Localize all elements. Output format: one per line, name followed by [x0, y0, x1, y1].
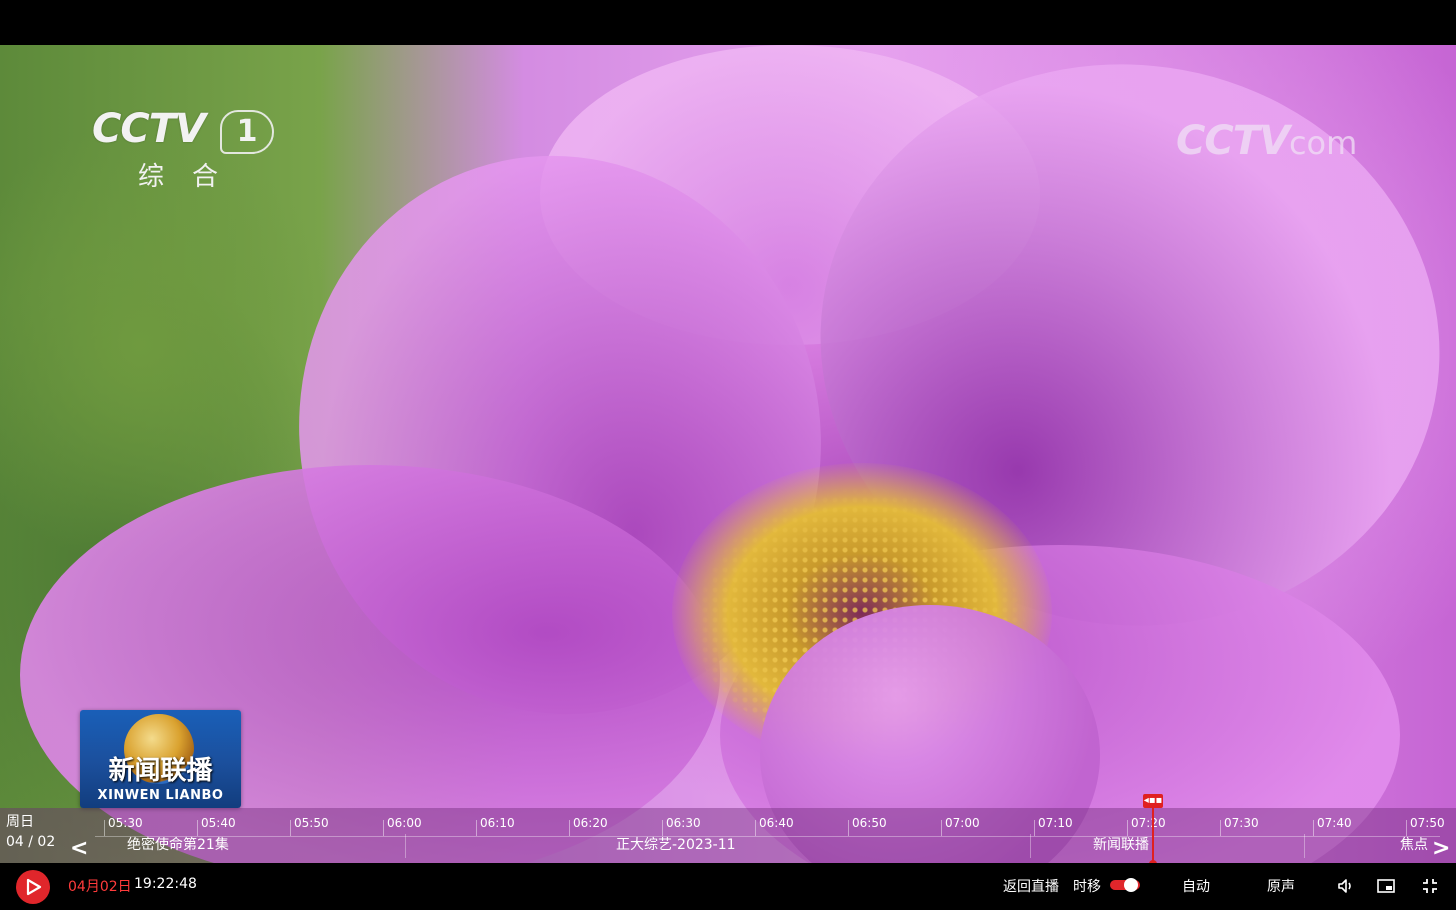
watermark-suffix: com [1288, 124, 1358, 162]
timeline-tick: 07:30 [1220, 816, 1259, 836]
program-logo-title: 新闻联播 [108, 756, 213, 786]
timeline-tick: 05:50 [290, 816, 329, 836]
current-date: 04月02日 [68, 879, 132, 895]
timeline-tick: 07:50 [1406, 816, 1445, 836]
timeline-day: 周日 [6, 814, 34, 830]
timeline-tick: 05:40 [197, 816, 236, 836]
timeline-tick: 06:10 [476, 816, 515, 836]
timeline-prev-arrow[interactable]: < [70, 836, 88, 861]
program-divider [405, 834, 406, 858]
program-item[interactable]: 绝密使命第21集 [127, 834, 229, 854]
timeline-next-arrow[interactable]: > [1432, 836, 1450, 861]
channel-logo-word: CCTV [92, 106, 206, 152]
timeline-tick: 06:50 [848, 816, 887, 836]
timeline-tick: 07:10 [1034, 816, 1073, 836]
program-item[interactable]: 新闻联播 [1093, 834, 1149, 854]
channel-logo-number: 1 [220, 110, 274, 154]
timeshift-label: 时移 [1073, 879, 1101, 895]
volume-icon[interactable] [1336, 876, 1356, 896]
quality-button[interactable]: 自动 [1182, 876, 1210, 896]
epg-timeline[interactable]: 周日 04 / 02 05:30 05:40 05:50 06:00 06:10… [0, 794, 1456, 868]
timeline-tick: 05:30 [104, 816, 143, 836]
channel-logo-subtitle: 综合 [138, 162, 247, 192]
current-time: 19:22:48 [134, 876, 197, 892]
fullscreen-exit-icon[interactable] [1420, 876, 1440, 896]
player-control-bar: 04月02日 19:22:48 返回直播 时移 自动 原声 [0, 863, 1456, 910]
timeline-baseline [95, 836, 1440, 837]
program-logo-subtitle: XINWEN LIANBO [97, 788, 224, 803]
timeline-tick: 07:20 [1127, 816, 1166, 836]
timeline-tick: 07:40 [1313, 816, 1352, 836]
return-live-button[interactable]: 返回直播 [1003, 876, 1059, 896]
channel-logo: CCTV 1 综合 [88, 106, 278, 192]
watermark-logo: CCTVcom [1176, 118, 1357, 164]
timeline-tick: 06:30 [662, 816, 701, 836]
program-divider [1304, 834, 1305, 858]
timeline-date: 周日 04 / 02 [6, 812, 55, 852]
pip-icon[interactable] [1376, 876, 1396, 896]
playhead-handle[interactable]: ◂▪▪ [1143, 794, 1163, 808]
timeline-tick: 07:00 [941, 816, 980, 836]
timeline-date-value: 04 / 02 [6, 834, 56, 850]
timeshift-toggle-knob[interactable] [1124, 878, 1138, 892]
program-item[interactable]: 正大综艺-2023-11 [616, 834, 736, 854]
program-divider [1030, 834, 1031, 858]
watermark-main: CCTV [1176, 118, 1290, 164]
timeline-tick: 06:00 [383, 816, 422, 836]
play-icon [26, 878, 42, 896]
audio-track-button[interactable]: 原声 [1267, 876, 1295, 896]
program-logo: 新闻联播 XINWEN LIANBO [80, 710, 241, 808]
timeline-tick: 06:40 [755, 816, 794, 836]
playhead-line [1152, 800, 1154, 866]
letterbox-top [0, 0, 1456, 45]
program-item[interactable]: 焦点 [1400, 834, 1428, 854]
timeline-tick: 06:20 [569, 816, 608, 836]
play-button[interactable] [16, 870, 50, 904]
